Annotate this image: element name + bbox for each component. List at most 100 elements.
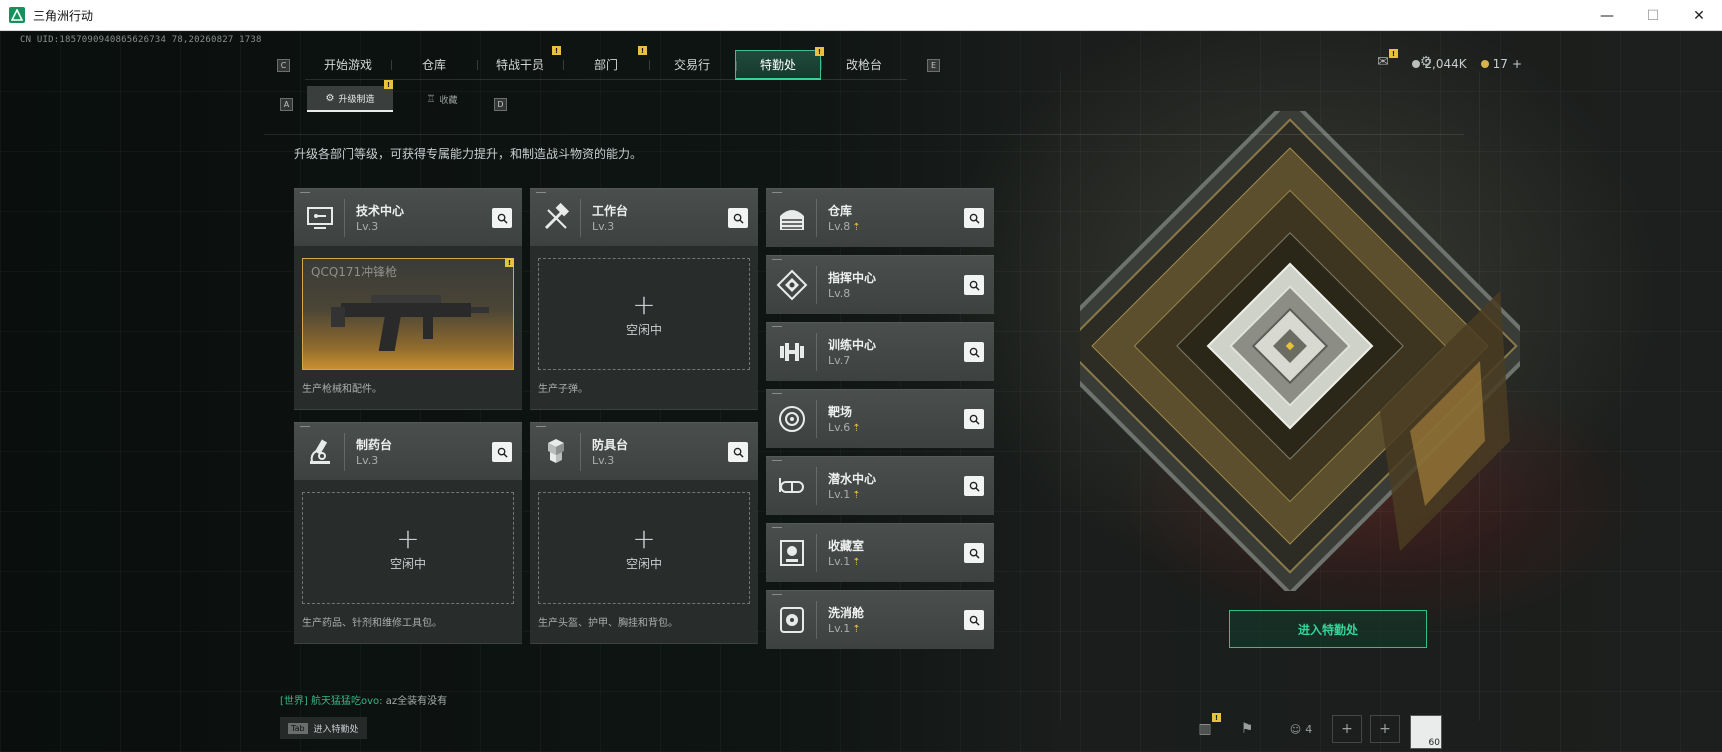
notification-badge: !	[1212, 713, 1221, 722]
weapon-name: QCQ171冲锋枪	[311, 265, 398, 279]
subnav-next-key[interactable]: D	[494, 98, 507, 111]
search-icon[interactable]	[964, 409, 984, 429]
facility-level: Lv.7	[828, 354, 851, 367]
close-button[interactable]: ✕	[1676, 0, 1722, 31]
game-viewport: CN UID:1857090940865626734 78,20260827 1…	[0, 31, 1722, 752]
coupon-display[interactable]: 17 +	[1480, 57, 1522, 71]
workstation-card-pharmacy[interactable]: 制药台 Lv.3 + 空闲中 生产药品、针剂和维修工具包。	[294, 422, 522, 644]
search-icon[interactable]	[492, 442, 512, 462]
smg-image	[331, 295, 489, 351]
station-level: Lv.3	[356, 220, 379, 233]
facility-level: Lv.8 ⇡	[828, 220, 861, 233]
nav-next-key[interactable]: E	[927, 59, 940, 72]
vault-icon	[774, 535, 810, 571]
search-icon[interactable]	[492, 208, 512, 228]
search-icon[interactable]	[964, 610, 984, 630]
upgrade-arrow-icon: ⇡	[852, 624, 861, 635]
facility-card-warehouse[interactable]: 仓库 Lv.8 ⇡	[766, 188, 994, 247]
search-icon[interactable]	[728, 442, 748, 462]
stats-bars-icon[interactable]: ▥!	[1193, 713, 1221, 743]
notification-badge: !	[552, 46, 561, 55]
facility-name: 训练中心	[828, 338, 877, 352]
add-friend-button[interactable]: +	[1332, 715, 1362, 743]
production-slot-idle[interactable]: + 空闲中	[538, 258, 750, 370]
facility-card-decon-chamber[interactable]: 洗消舱 Lv.1 ⇡	[766, 590, 994, 649]
facility-name: 潜水中心	[828, 472, 877, 486]
production-slot-idle[interactable]: + 空闲中	[302, 492, 514, 604]
station-description: 生产头盔、护甲、胸挂和背包。	[538, 618, 678, 629]
tab-warehouse[interactable]: 仓库	[391, 50, 477, 80]
chat-channel: [世界]	[280, 696, 308, 707]
production-slot-weapon[interactable]: QCQ171冲锋枪 !	[302, 258, 514, 370]
search-icon[interactable]	[964, 208, 984, 228]
squad-button[interactable]: ☺ 4	[1281, 715, 1321, 743]
tab-label: 仓库	[421, 58, 446, 72]
station-description: 生产药品、针剂和维修工具包。	[302, 618, 442, 629]
workstation-card-armor[interactable]: 防具台 Lv.3 + 空闲中 生产头盔、护甲、胸挂和背包。	[530, 422, 758, 644]
add-slot-button[interactable]: +	[1370, 715, 1400, 743]
chat-line[interactable]: [世界] 航天猛猛吃ovo: az全装有没有	[280, 692, 447, 707]
subnav-prev-key[interactable]: A	[280, 98, 293, 111]
production-slot-idle[interactable]: + 空闲中	[538, 492, 750, 604]
tab-department[interactable]: 部门!	[563, 46, 649, 80]
slot-status: 空闲中	[389, 556, 426, 571]
flag-icon[interactable]: ⚑	[1235, 715, 1259, 743]
level-text: Lv.1	[828, 555, 851, 568]
facility-card-shooting-range[interactable]: 靶场 Lv.6 ⇡	[766, 389, 994, 448]
search-icon[interactable]	[964, 543, 984, 563]
tab-label: 特勤处	[759, 58, 796, 72]
add-icon: +	[396, 521, 420, 555]
hammer-icon	[538, 200, 574, 236]
search-icon[interactable]	[964, 342, 984, 362]
level-text: Lv.1	[828, 488, 851, 501]
enter-special-ops-button[interactable]: 进入特勤处	[1229, 610, 1427, 648]
station-description: 生产枪械和配件。	[302, 384, 382, 395]
tab-trading[interactable]: 交易行	[649, 50, 735, 80]
tab-hint-button[interactable]: Tab 进入特勤处	[280, 717, 367, 739]
tab-collection[interactable]: ♖ 收藏	[399, 86, 485, 112]
workstation-card-workbench[interactable]: 工作台 Lv.3 + 空闲中 生产子弹。	[530, 188, 758, 410]
facility-card-collection-room[interactable]: 收藏室 Lv.1 ⇡	[766, 523, 994, 582]
search-icon[interactable]	[728, 208, 748, 228]
tab-operators[interactable]: 特战干员!	[477, 46, 563, 80]
avatar[interactable]: 60	[1410, 715, 1442, 749]
workstation-card-tech-center[interactable]: 技术中心 Lv.3 QCQ171冲锋枪 ! 生产枪械和配件。	[294, 188, 522, 410]
tab-label: 部门	[593, 58, 618, 72]
app-logo-icon	[9, 7, 25, 23]
player-level: 60	[1428, 738, 1440, 748]
window-title: 三角洲行动	[33, 8, 94, 23]
settings-gear-icon[interactable]: ⚙	[1417, 54, 1435, 70]
upgrade-arrow-icon: ⇡	[852, 557, 861, 568]
search-icon[interactable]	[964, 275, 984, 295]
tab-special-ops[interactable]: 特勤处!	[735, 47, 824, 80]
facility-card-training-center[interactable]: 训练中心 Lv.7	[766, 322, 994, 381]
tab-label: 收藏	[439, 95, 458, 106]
tab-gunsmith[interactable]: 改枪台	[821, 50, 907, 80]
facility-name: 靶场	[828, 405, 853, 419]
nav-prev-key[interactable]: C	[277, 59, 290, 72]
level-text: Lv.6	[828, 421, 851, 434]
facility-card-diving-center[interactable]: 潜水中心 Lv.1 ⇡	[766, 456, 994, 515]
facility-level: Lv.1 ⇡	[828, 555, 861, 568]
coupon-icon	[1480, 60, 1489, 68]
target-icon	[774, 401, 810, 437]
maximize-button[interactable]: ☐	[1630, 0, 1676, 31]
facility-level: Lv.8	[828, 287, 851, 300]
station-level: Lv.3	[592, 454, 615, 467]
shutter-icon	[774, 200, 810, 236]
tab-upgrade-craft[interactable]: ⚙ 升级制造 !	[307, 80, 393, 112]
facility-card-command-center[interactable]: 指挥中心 Lv.8	[766, 255, 994, 314]
station-description: 生产子弹。	[538, 384, 588, 395]
search-icon[interactable]	[964, 476, 984, 496]
upgrade-arrow-icon: ⇡	[852, 423, 861, 434]
tab-start-game[interactable]: 开始游戏	[305, 50, 391, 80]
mail-icon[interactable]: ✉!	[1374, 49, 1398, 70]
minimize-button[interactable]: —	[1584, 0, 1630, 31]
user-uid: CN UID:1857090940865626734 78,20260827 1…	[20, 35, 262, 45]
tab-label: 特战干员	[495, 58, 544, 72]
station-name: 技术中心	[356, 204, 405, 218]
computer-icon	[302, 200, 338, 236]
facility-name: 收藏室	[828, 539, 865, 553]
add-currency-button[interactable]: +	[1512, 57, 1522, 71]
notification-badge: !	[638, 46, 647, 55]
